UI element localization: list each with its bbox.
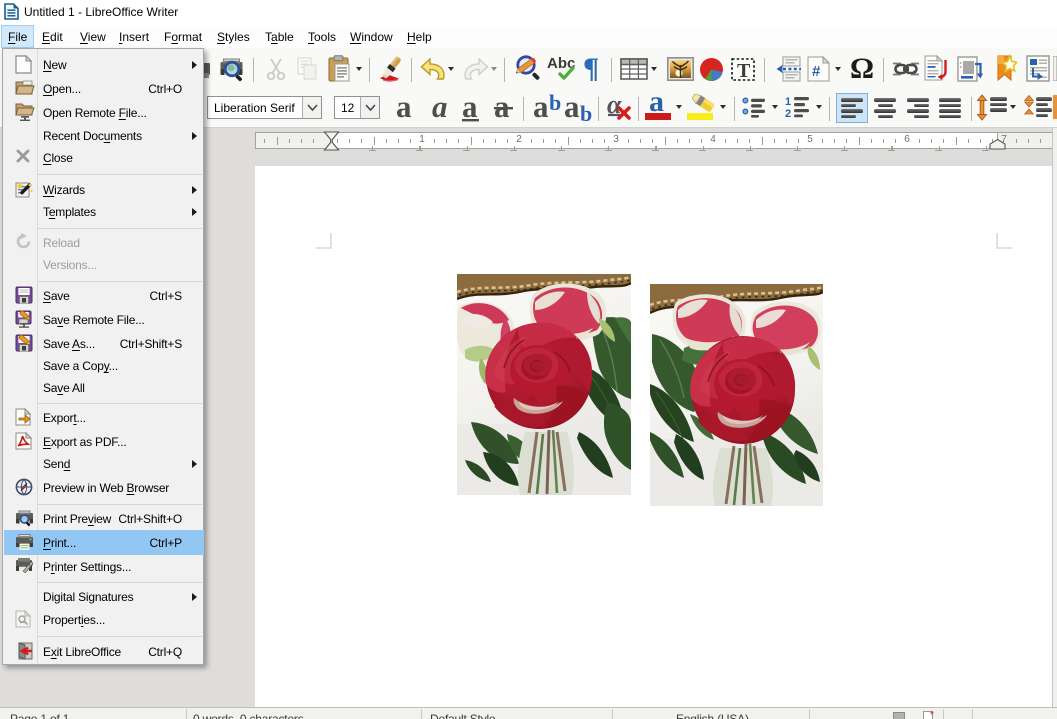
svg-text:#: # [812,63,821,80]
svg-text:¶: ¶ [583,55,599,81]
svg-text:a: a [649,90,664,114]
svg-text:2: 2 [785,108,791,119]
svg-text:a: a [533,94,549,122]
svg-text:T: T [737,60,751,81]
svg-text:a: a [432,94,448,122]
svg-text:a: a [396,94,412,122]
svg-text:Ω: Ω [851,54,874,81]
svg-text:1: 1 [785,96,791,108]
svg-text:a: a [462,94,478,122]
svg-text:a: a [564,94,580,122]
svg-text:b: b [580,101,592,122]
svg-text:b: b [549,94,561,115]
